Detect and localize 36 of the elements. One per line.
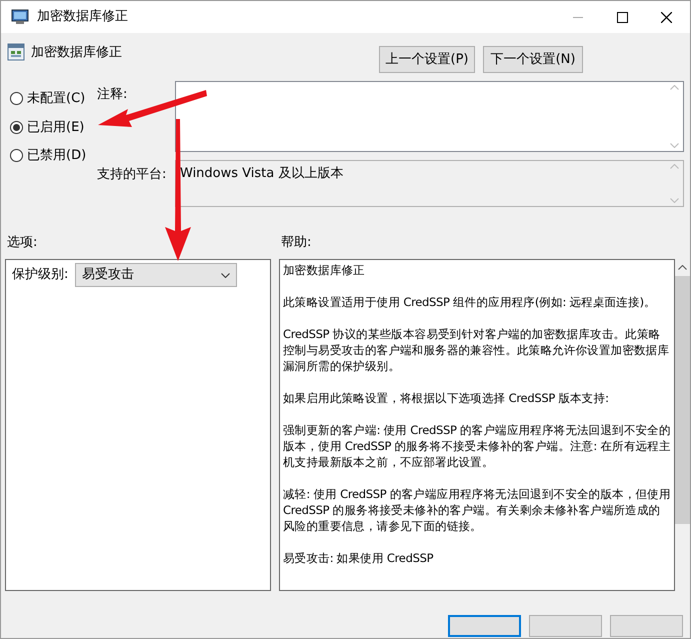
dialog-button[interactable] [610, 615, 683, 637]
next-setting-button[interactable]: 下一个设置(N) [483, 46, 583, 73]
protection-level-dropdown[interactable]: 易受攻击 [75, 263, 237, 287]
help-paragraph: 减轻: 使用 CredSSP 的客户端应用程序将无法回退到不安全的版本，但使用 CredSSP 的服务将接受未修补的客户端。有关剩余未修补客户端所造成的风险的重要信息，请参见下面的链接。 [283, 486, 671, 534]
help-paragraph: 易受攻击: 如果使用 CredSSP [283, 550, 434, 566]
scroll-down-icon[interactable] [670, 198, 679, 203]
scrollbar-thumb[interactable] [675, 276, 690, 524]
comment-field[interactable] [175, 81, 684, 152]
help-paragraph: 此策略设置适用于使用 CredSSP 组件的应用程序(例如: 远程桌面连接)。 [283, 294, 657, 310]
radio-button[interactable] [10, 92, 23, 106]
close-icon [660, 12, 672, 22]
options-label: 选项: [7, 234, 38, 252]
help-paragraph: 强制更新的客户端: 使用 CredSSP 的客户端应用程序将无法回退到不安全的版本，使用 CredSSP 的服务将不接受未修补的客户端。注意: 在所有远程主机支持最新版本之前，不应部署此设置。 [283, 422, 671, 470]
minimize-icon [573, 16, 583, 18]
radio-button[interactable] [10, 149, 23, 162]
previous-setting-button[interactable]: 上一个设置(P) [379, 46, 475, 73]
maximize-icon [616, 12, 628, 22]
platform-label: 支持的平台: [97, 166, 168, 184]
scroll-up-icon[interactable] [678, 265, 687, 270]
comment-label: 注释: [97, 86, 128, 104]
help-paragraph: 加密数据库修正 [283, 262, 366, 278]
radio-label: 未配置(C) [27, 90, 86, 108]
scroll-down-icon[interactable] [670, 143, 679, 148]
radio-button[interactable] [10, 120, 23, 134]
help-paragraph: 如果启用此策略设置，将根据以下选项选择 CredSSP 版本支持: [283, 390, 610, 406]
platform-value: Windows Vista 及以上版本 [180, 166, 344, 181]
policy-title: 加密数据库修正 [31, 44, 123, 62]
help-label: 帮助: [281, 234, 312, 252]
help-paragraph: CredSSP 协议的某些版本容易受到针对客户端的加密数据库攻击。此策略控制与易受攻击的客户端和服务器的兼容性。此策略允许你设置加密数据库漏洞所需的保护级别。 [283, 326, 670, 374]
radio-label: 已禁用(D) [27, 147, 86, 165]
dialog-button[interactable] [529, 615, 602, 637]
radio-label: 已启用(E) [27, 118, 84, 136]
field-label: 保护级别: [12, 266, 70, 284]
window-title: 加密数据库修正 [37, 8, 129, 26]
dropdown-caret-icon [221, 272, 230, 278]
dialog-button[interactable] [448, 615, 521, 637]
